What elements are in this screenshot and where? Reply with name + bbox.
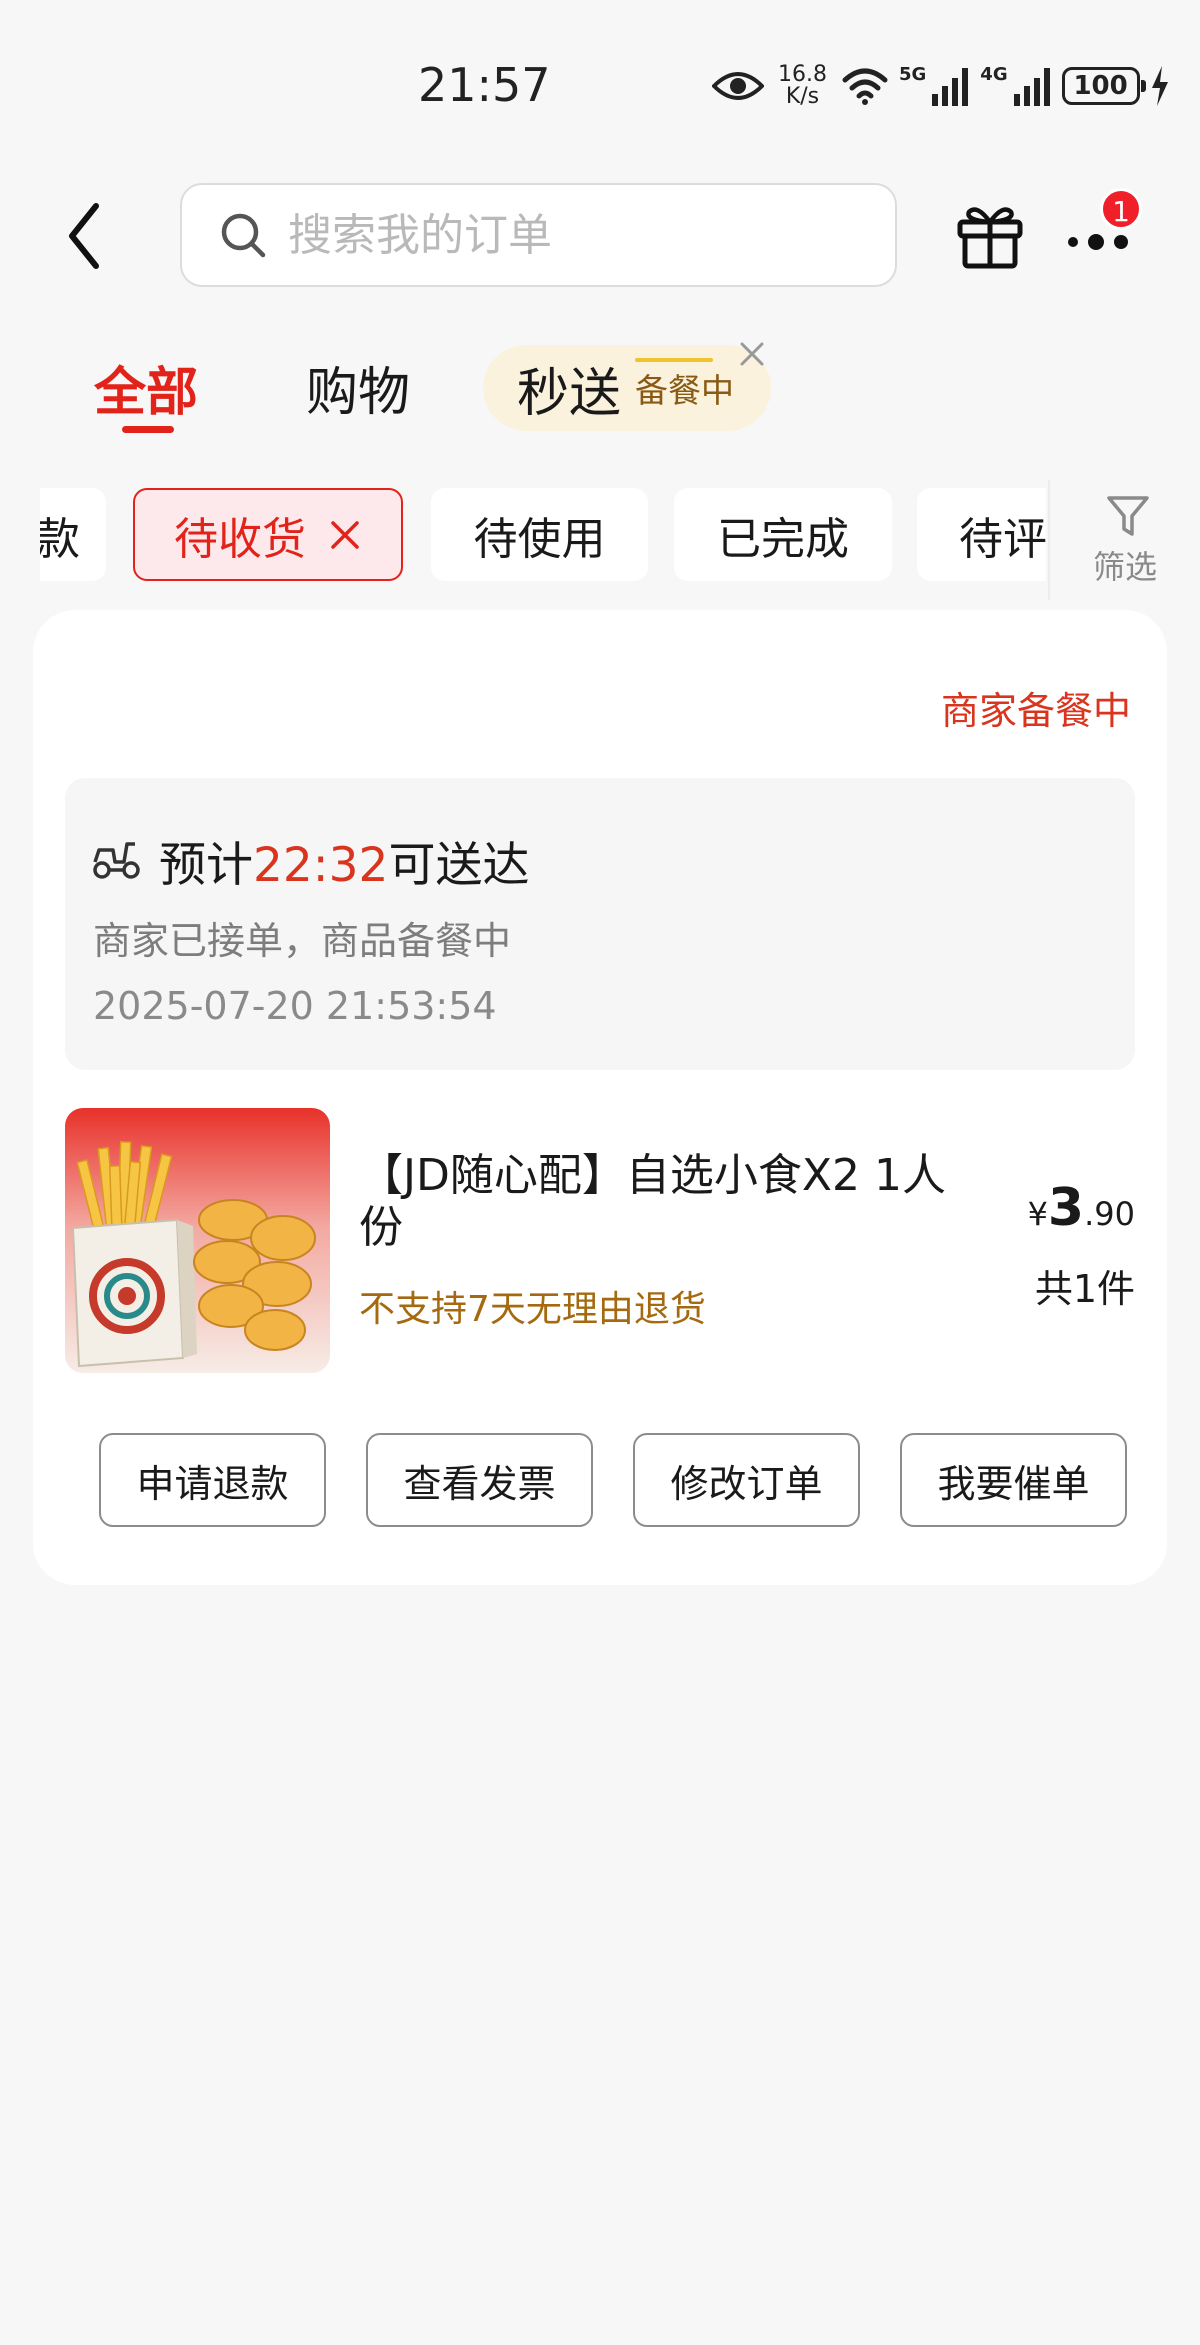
return-policy-note: 不支持7天无理由退货 [359,1289,706,1330]
tab-all-label: 全部 [94,363,199,423]
more-button[interactable]: 1 [1062,188,1144,266]
product-image[interactable] [65,1108,330,1373]
tab-shopping[interactable]: 购物 [306,350,410,425]
active-tab-underline [122,426,174,433]
signal-icon [932,68,969,106]
signal-5g-label: 5G [898,64,927,85]
back-button[interactable] [62,198,112,274]
eye-icon [712,72,764,100]
search-bar[interactable] [180,183,897,287]
notification-badge: 1 [1100,188,1142,230]
gift-icon [957,207,1023,269]
net-speed: 16.8 K/s [778,64,827,108]
wifi-icon [842,68,888,105]
price-symbol: ¥ [1027,1195,1048,1233]
signal-icon [1013,68,1050,106]
price-integer: 3 [1047,1178,1085,1238]
eta-suffix: 可送达 [388,838,530,893]
refund-button[interactable]: 申请退款 [99,1433,326,1527]
order-timestamp: 2025-07-20 21:53:54 [93,984,497,1028]
filter-label: 筛选 [1092,548,1157,586]
modify-order-button[interactable]: 修改订单 [633,1433,860,1527]
filter-chip-partial[interactable]: 款 [40,488,106,581]
tab-flash-delivery[interactable]: 秒送 备餐中 [483,345,771,431]
view-invoice-button[interactable]: 查看发票 [366,1433,593,1527]
delivery-message: 商家已接单，商品备餐中 [93,919,512,963]
search-icon [221,213,266,258]
price-decimal: .90 [1084,1195,1135,1233]
urge-order-button[interactable]: 我要催单 [900,1433,1127,1527]
filter-icon [1107,496,1149,536]
product-title[interactable]: 【JD随心配】自选小食X2 1人份 [359,1150,959,1254]
product-quantity: 共1件 [1034,1267,1135,1311]
filter-button[interactable]: 筛选 [1048,480,1198,600]
filter-chip-to-use[interactable]: 待使用 [431,488,648,581]
status-bar: 21:57 16.8 K/s 5G 4G 100 [0,0,1200,150]
order-actions: 申请退款 查看发票 修改订单 我要催单 [99,1433,1162,1529]
tab-flash-label: 秒送 [517,363,622,424]
net-speed-unit: K/s [785,84,820,109]
close-icon [740,342,764,366]
order-card[interactable]: 商家备餐中 预计22:32可送达 商家已接单，商品备餐中 2025-07-20 … [33,610,1167,1585]
signal-4g-label: 4G [980,64,1008,85]
order-status: 商家备餐中 [940,689,1131,733]
back-icon [69,203,99,269]
scooter-icon [93,842,140,879]
more-icon [1068,234,1128,250]
gift-button[interactable] [955,200,1025,270]
filter-chip-to-receive[interactable]: 待收货 [133,488,403,581]
battery-indicator: 100 [1061,67,1146,105]
status-time: 21:57 [418,58,551,112]
eta-time: 22:32 [253,838,389,893]
product-price: ¥3.90 [1028,1178,1135,1238]
close-icon[interactable] [328,518,362,552]
filter-chip-to-review[interactable]: 待评 [917,488,1046,581]
search-input[interactable] [288,209,848,261]
status-filter-chips: 款 待收货 待使用 已完成 待评 [40,488,1046,584]
status-icons: 16.8 K/s 5G 4G 100 [712,60,1170,112]
charging-icon [1151,66,1168,106]
tab-flash-status: 备餐中 [635,358,734,412]
filter-chip-completed[interactable]: 已完成 [674,488,892,581]
eta-prefix: 预计 [159,838,253,893]
filter-chip-label: 待收货 [174,513,306,565]
fries-nuggets-image [65,1108,330,1373]
net-speed-value: 16.8 [778,62,827,87]
delivery-info[interactable]: 预计22:32可送达 商家已接单，商品备餐中 2025-07-20 21:53:… [65,778,1135,1070]
tab-all[interactable]: 全部 [94,350,199,433]
delivery-eta: 预计22:32可送达 [159,826,529,895]
flash-tab-close-button[interactable] [738,340,766,368]
